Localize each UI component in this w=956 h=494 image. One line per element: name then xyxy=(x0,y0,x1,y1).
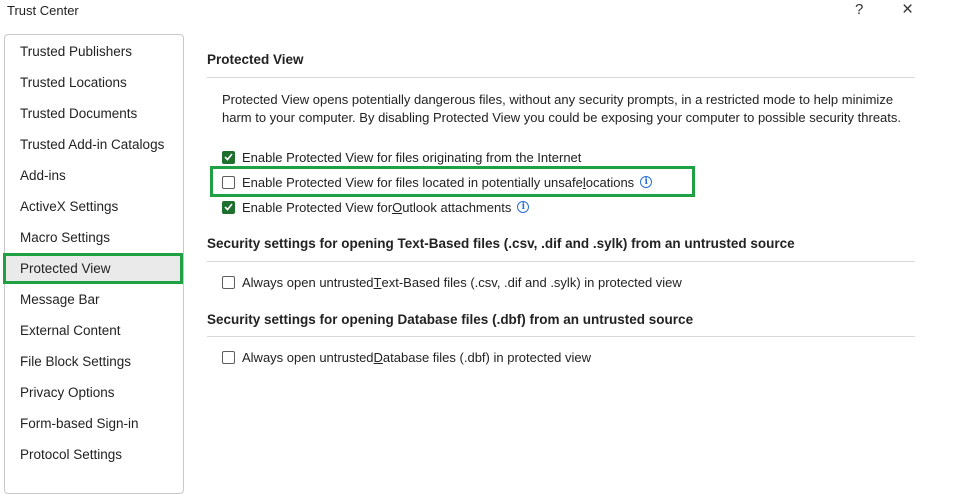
option-internet-files[interactable]: Enable Protected View for files originat… xyxy=(222,148,581,166)
checkbox-unchecked-icon[interactable] xyxy=(222,175,235,189)
option-label: Always open untrusted xyxy=(242,274,374,290)
sidebar-item-activex-settings[interactable]: ActiveX Settings xyxy=(5,193,183,221)
section-divider xyxy=(207,77,915,78)
checkbox-unchecked-icon[interactable] xyxy=(222,275,235,289)
section-divider xyxy=(207,336,915,337)
sidebar-item-trusted-publishers[interactable]: Trusted Publishers xyxy=(5,38,183,66)
checkbox-checked-icon[interactable] xyxy=(222,150,235,164)
info-icon[interactable]: i xyxy=(517,201,530,213)
option-text-based-files[interactable]: Always open untrusted Text-Based files (… xyxy=(222,273,682,291)
sidebar-item-form-based-sign-in[interactable]: Form-based Sign-in xyxy=(5,410,183,438)
sidebar-item-trusted-addin-catalogs[interactable]: Trusted Add-in Catalogs xyxy=(5,131,183,159)
sidebar-item-external-content[interactable]: External Content xyxy=(5,317,183,345)
section-divider xyxy=(207,261,915,262)
option-label-rest: atabase files (.dbf) in protected view xyxy=(382,349,592,365)
access-key: T xyxy=(373,274,382,290)
window-title: Trust Center xyxy=(7,3,79,18)
option-unsafe-locations[interactable]: Enable Protected View for files located … xyxy=(222,173,653,191)
sidebar: Trusted Publishers Trusted Locations Tru… xyxy=(4,34,184,494)
protected-view-description: Protected View opens potentially dangero… xyxy=(222,92,902,125)
sidebar-item-protocol-settings[interactable]: Protocol Settings xyxy=(5,441,183,469)
option-label: Enable Protected View for files originat… xyxy=(242,149,582,165)
sidebar-item-file-block-settings[interactable]: File Block Settings xyxy=(5,348,183,376)
sidebar-item-trusted-locations[interactable]: Trusted Locations xyxy=(5,69,183,97)
sidebar-item-message-bar[interactable]: Message Bar xyxy=(5,286,183,314)
sidebar-item-protected-view[interactable]: Protected View xyxy=(5,255,183,283)
section-heading-database: Security settings for opening Database f… xyxy=(207,312,694,327)
info-icon[interactable]: i xyxy=(640,176,653,188)
access-key: O xyxy=(392,199,403,215)
section-heading-protected-view: Protected View xyxy=(207,52,304,67)
option-database-files[interactable]: Always open untrusted Database files (.d… xyxy=(222,348,591,366)
sidebar-item-add-ins[interactable]: Add-ins xyxy=(5,162,183,190)
option-label-rest: ext-Based files (.csv, .dif and .sylk) i… xyxy=(381,274,682,290)
option-label: Always open untrusted xyxy=(242,349,374,365)
option-label: Enable Protected View for xyxy=(242,199,393,215)
option-label: Enable Protected View for files located … xyxy=(242,174,583,190)
option-label-rest: ocations xyxy=(585,174,635,190)
option-outlook-attachments[interactable]: Enable Protected View for Outlook attach… xyxy=(222,198,530,216)
sidebar-item-trusted-documents[interactable]: Trusted Documents xyxy=(5,100,183,128)
checkbox-checked-icon[interactable] xyxy=(222,200,235,214)
main-content: Protected View Protected View opens pote… xyxy=(207,0,917,477)
section-heading-text-based: Security settings for opening Text-Based… xyxy=(207,236,795,251)
access-key: D xyxy=(373,349,383,365)
checkbox-unchecked-icon[interactable] xyxy=(222,350,235,364)
sidebar-item-privacy-options[interactable]: Privacy Options xyxy=(5,379,183,407)
sidebar-item-macro-settings[interactable]: Macro Settings xyxy=(5,224,183,252)
option-label-rest: utlook attachments xyxy=(402,199,512,215)
